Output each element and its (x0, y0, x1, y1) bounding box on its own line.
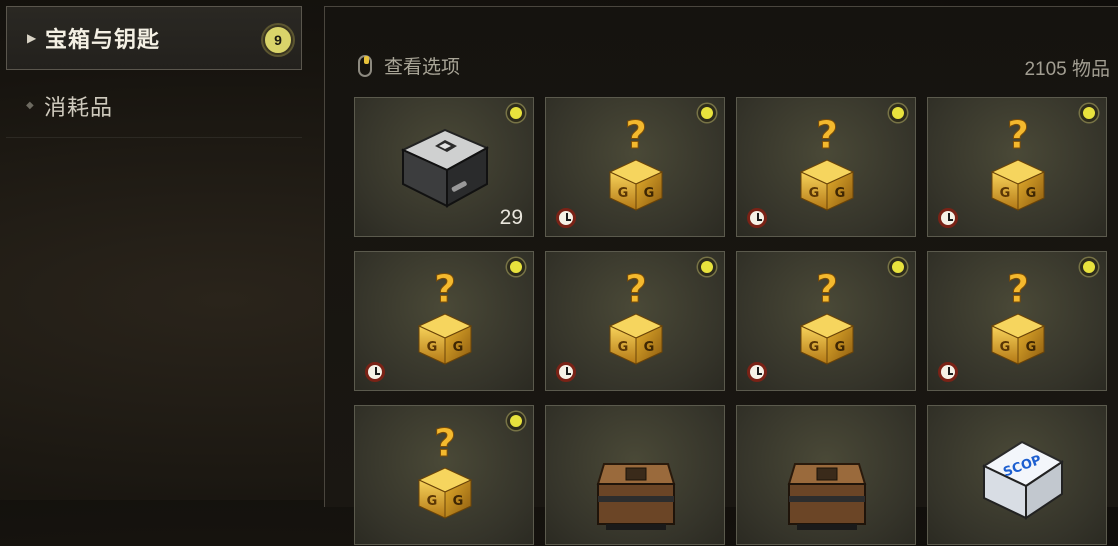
inventory-tile[interactable]: ? G G (354, 251, 534, 391)
svg-text:G: G (618, 186, 629, 201)
scop-box-icon: SCOP (981, 440, 1064, 520)
new-indicator-icon (507, 258, 525, 276)
new-indicator-icon (889, 104, 907, 122)
svg-text:G: G (835, 340, 846, 355)
chevron-right-icon: ▶ (27, 31, 37, 45)
inventory-tile[interactable]: ? G G (736, 251, 916, 391)
svg-text:G: G (453, 494, 464, 509)
inventory-tile[interactable] (736, 405, 916, 545)
svg-text:G: G (1026, 186, 1037, 201)
svg-text:G: G (618, 340, 629, 355)
sidebar-item-consumables[interactable]: ◆ 消耗品 (6, 74, 302, 138)
clock-icon (365, 362, 385, 382)
inventory-tile[interactable] (545, 405, 725, 545)
item-quantity: 29 (499, 206, 523, 229)
svg-text:G: G (427, 494, 438, 509)
clock-icon (747, 362, 767, 382)
svg-text:G: G (644, 340, 655, 355)
sidebar-item-chests-keys[interactable]: ▶ 宝箱与钥匙 9 (6, 6, 302, 70)
clock-icon (938, 362, 958, 382)
svg-text:?: ? (434, 421, 456, 465)
svg-text:G: G (1000, 186, 1011, 201)
clock-icon (556, 208, 576, 228)
inventory-tile[interactable]: 29 (354, 97, 534, 237)
inventory-tile[interactable]: ? G G (927, 251, 1107, 391)
new-indicator-icon (698, 258, 716, 276)
count-badge: 9 (263, 25, 293, 55)
sidebar-item-label: 宝箱与钥匙 (45, 27, 161, 52)
diamond-bullet-icon: ◆ (26, 100, 34, 111)
new-indicator-icon (698, 104, 716, 122)
mouse-icon (358, 54, 372, 77)
clock-icon (938, 208, 958, 228)
inventory-tile[interactable]: ? G G (354, 405, 534, 545)
svg-text:G: G (1026, 340, 1037, 355)
new-indicator-icon (507, 412, 525, 430)
inventory-tile[interactable]: SCOP (927, 405, 1107, 545)
svg-text:G: G (809, 340, 820, 355)
bronze-chest-icon (596, 463, 676, 530)
inventory-tile[interactable]: ? G G (545, 97, 725, 237)
category-sidebar: ▶ 宝箱与钥匙 9 ◆ 消耗品 (0, 0, 310, 500)
svg-text:?: ? (625, 113, 647, 157)
sidebar-item-label: 消耗品 (44, 94, 114, 120)
view-options-hint[interactable]: 查看选项 (358, 52, 460, 79)
item-count: 2105 物品 (1024, 59, 1110, 80)
new-indicator-icon (507, 104, 525, 122)
new-indicator-icon (1080, 104, 1098, 122)
inventory-tile[interactable]: ? G G (736, 97, 916, 237)
svg-text:G: G (835, 186, 846, 201)
svg-text:?: ? (816, 267, 838, 311)
svg-text:?: ? (816, 113, 838, 157)
svg-text:G: G (1000, 340, 1011, 355)
svg-text:?: ? (1007, 267, 1029, 311)
inventory-tile[interactable]: ? G G (545, 251, 725, 391)
svg-text:?: ? (434, 267, 456, 311)
svg-text:G: G (644, 186, 655, 201)
clock-icon (556, 362, 576, 382)
new-indicator-icon (1080, 258, 1098, 276)
svg-text:G: G (809, 186, 820, 201)
inventory-tile[interactable]: ? G G (927, 97, 1107, 237)
svg-text:G: G (453, 340, 464, 355)
svg-text:?: ? (625, 267, 647, 311)
view-options-label: 查看选项 (384, 57, 461, 78)
mystery-box-icon: ? G G (417, 421, 473, 519)
svg-text:G: G (427, 340, 438, 355)
svg-text:?: ? (1007, 113, 1029, 157)
new-indicator-icon (889, 258, 907, 276)
clock-icon (747, 208, 767, 228)
bronze-chest-icon (787, 463, 867, 530)
